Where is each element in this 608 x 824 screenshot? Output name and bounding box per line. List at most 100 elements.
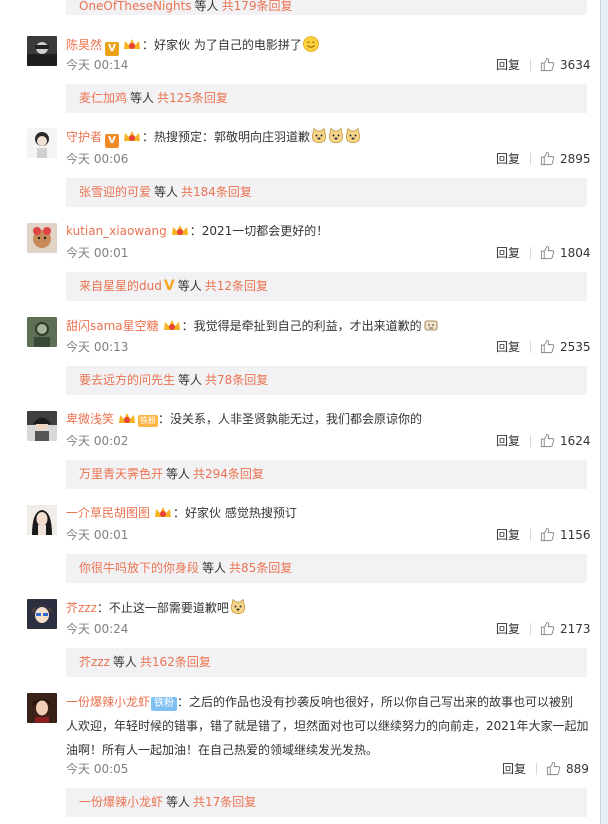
like-count: 3634 bbox=[560, 58, 591, 72]
avatar[interactable] bbox=[27, 505, 57, 535]
comment-text-line: 油啊！所有人一起加油！在自己热爱的领域继续发光发热。 bbox=[66, 743, 379, 757]
reply-total-link[interactable]: 共17条回复 bbox=[193, 795, 256, 809]
smile-emoji-icon bbox=[302, 36, 319, 52]
reply-total-link[interactable]: 共162条回复 bbox=[140, 655, 211, 669]
fan-badge[interactable]: 铁粉 bbox=[151, 697, 178, 711]
reply-user-link[interactable]: 要去远方的问先生 bbox=[79, 373, 175, 387]
reply-user-link[interactable]: 你很牛吗放下的你身段 bbox=[79, 561, 199, 575]
reply-summary[interactable]: 来自星星的dud V 等人 共12条回复 bbox=[66, 272, 587, 301]
thumbs-up-icon bbox=[540, 245, 555, 260]
reply-summary[interactable]: 一份爆辣小龙虾 等人 共17条回复 bbox=[66, 788, 587, 817]
comment-username[interactable]: 甜闪sama星空糖 bbox=[66, 319, 159, 333]
reply-button[interactable]: 回复 bbox=[502, 762, 526, 776]
like-count: 2173 bbox=[560, 622, 591, 636]
avatar[interactable] bbox=[27, 36, 57, 66]
reply-user-link[interactable]: OneOfTheseNights bbox=[79, 0, 192, 13]
comment-username[interactable]: 一介草民胡图图 bbox=[66, 506, 150, 520]
reply-total-link[interactable]: 共179条回复 bbox=[222, 0, 293, 13]
avatar[interactable] bbox=[27, 317, 57, 347]
avatar[interactable] bbox=[27, 411, 57, 441]
avatar[interactable] bbox=[27, 693, 57, 723]
comment-username[interactable]: 守护者 bbox=[66, 130, 102, 144]
comment-text-line: ：之后的作品也没有抄袭反响也很好，所以你自己写出来的故事也可以被别 bbox=[177, 695, 574, 709]
divider bbox=[536, 763, 537, 775]
reply-total-link[interactable]: 共184条回复 bbox=[181, 185, 252, 199]
reply-total-link[interactable]: 共85条回复 bbox=[229, 561, 292, 575]
thumbs-up-icon bbox=[540, 527, 555, 542]
reply-user-link[interactable]: 芥zzz bbox=[79, 655, 110, 669]
member-crown-icon[interactable] bbox=[122, 129, 142, 143]
divider bbox=[530, 247, 531, 259]
reply-user-link[interactable]: 一份爆辣小龙虾 bbox=[79, 795, 163, 809]
doge-emoji-icon bbox=[345, 127, 361, 144]
like-count: 1624 bbox=[560, 434, 591, 448]
reply-total-link[interactable]: 共125条回复 bbox=[157, 91, 228, 105]
divider bbox=[530, 529, 531, 541]
comment-body: 一份爆辣小龙虾 铁粉 ：之后的作品也没有抄袭反响也很好，所以你自己写出来的故事也可以… bbox=[66, 690, 589, 762]
reply-user-link[interactable]: 万里青天霁色开 bbox=[79, 467, 163, 481]
verified-v-icon: V bbox=[105, 42, 120, 56]
reply-summary[interactable]: OneOfTheseNights 等人 共179条回复 bbox=[66, 0, 587, 15]
sweat-emoji-icon bbox=[423, 317, 439, 333]
reply-total-link[interactable]: 共78条回复 bbox=[205, 373, 268, 387]
reply-button[interactable]: 回复 bbox=[496, 622, 520, 636]
comment-username[interactable]: 卑微浅笑 bbox=[66, 412, 114, 426]
divider bbox=[530, 59, 531, 71]
divider bbox=[530, 153, 531, 165]
divider bbox=[530, 623, 531, 635]
reply-button[interactable]: 回复 bbox=[496, 340, 520, 354]
comment-time: 今天 00:01 bbox=[66, 246, 129, 260]
member-crown-icon[interactable] bbox=[117, 411, 137, 425]
like-count: 1156 bbox=[560, 528, 591, 542]
reply-button[interactable]: 回复 bbox=[496, 434, 520, 448]
verified-v-icon: V bbox=[105, 134, 120, 148]
fan-badge[interactable]: 铁粉 bbox=[138, 415, 159, 427]
comment-time: 今天 00:14 bbox=[66, 58, 129, 72]
thumbs-up-icon bbox=[540, 433, 555, 448]
reply-button[interactable]: 回复 bbox=[496, 152, 520, 166]
comment-text: ：不止这一部需要道歉吧 bbox=[96, 601, 229, 615]
reply-button[interactable]: 回复 bbox=[496, 58, 520, 72]
thumbs-up-icon bbox=[540, 339, 555, 354]
reply-button[interactable]: 回复 bbox=[496, 528, 520, 542]
divider bbox=[530, 341, 531, 353]
reply-summary[interactable]: 芥zzz 等人 共162条回复 bbox=[66, 648, 587, 677]
member-crown-icon[interactable] bbox=[153, 505, 173, 519]
reply-total-link[interactable]: 共294条回复 bbox=[193, 467, 264, 481]
comment-text: ：没关系，人非圣贤孰能无过，我们都会原谅你的 bbox=[158, 412, 423, 426]
reply-button[interactable]: 回复 bbox=[496, 246, 520, 260]
avatar[interactable] bbox=[27, 223, 57, 253]
reply-total-link[interactable]: 共12条回复 bbox=[205, 279, 268, 293]
thumbs-up-icon bbox=[546, 761, 561, 776]
comment-text: ：2021一切都会更好的！ bbox=[189, 224, 329, 238]
reply-user-link[interactable]: 麦仁加鸡 bbox=[79, 91, 127, 105]
reply-summary[interactable]: 万里青天霁色开 等人 共294条回复 bbox=[66, 460, 587, 489]
comment-username[interactable]: 一份爆辣小龙虾 bbox=[66, 695, 150, 709]
comment-time: 今天 00:05 bbox=[66, 762, 129, 776]
avatar[interactable] bbox=[27, 128, 57, 158]
like-count: 2895 bbox=[560, 152, 591, 166]
comment-time: 今天 00:01 bbox=[66, 528, 129, 542]
like-count: 889 bbox=[566, 762, 589, 776]
divider bbox=[530, 435, 531, 447]
comment-username[interactable]: kutian_xiaowang bbox=[66, 224, 167, 238]
reply-summary[interactable]: 你很牛吗放下的你身段 等人 共85条回复 bbox=[66, 554, 587, 583]
reply-user-link[interactable]: 张雪迎的可爱 bbox=[79, 185, 151, 199]
like-count: 1804 bbox=[560, 246, 591, 260]
like-count: 2535 bbox=[560, 340, 591, 354]
reply-user-link[interactable]: 来自星星的dud bbox=[79, 279, 162, 293]
comment-username[interactable]: 芥zzz bbox=[66, 601, 97, 615]
doge-emoji-icon bbox=[230, 598, 246, 615]
avatar[interactable] bbox=[27, 599, 57, 629]
comment-username[interactable]: 陈昊然 bbox=[66, 38, 102, 52]
thumbs-up-icon bbox=[540, 57, 555, 72]
vip-v-icon: V bbox=[163, 278, 175, 294]
member-crown-icon[interactable] bbox=[170, 223, 190, 237]
reply-summary[interactable]: 麦仁加鸡 等人 共125条回复 bbox=[66, 84, 587, 113]
comment-text: ：好家伙 为了自己的电影拼了 bbox=[142, 38, 302, 52]
reply-summary[interactable]: 张雪迎的可爱 等人 共184条回复 bbox=[66, 178, 587, 207]
member-crown-icon[interactable] bbox=[122, 37, 142, 51]
reply-summary[interactable]: 要去远方的问先生 等人 共78条回复 bbox=[66, 366, 587, 395]
comment-time: 今天 00:02 bbox=[66, 434, 129, 448]
member-crown-icon[interactable] bbox=[162, 318, 182, 332]
